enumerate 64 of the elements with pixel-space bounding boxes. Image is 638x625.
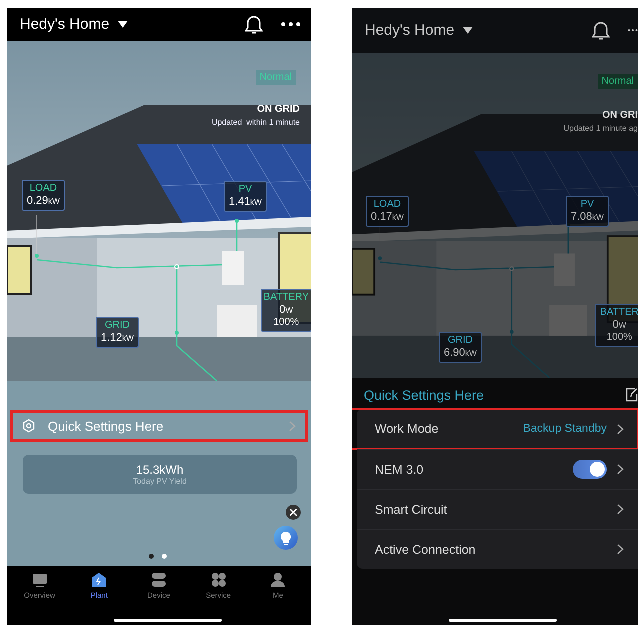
close-button[interactable] bbox=[286, 505, 301, 520]
energy-node-card[interactable]: GRID 1.12kW bbox=[96, 317, 139, 348]
toggle-switch[interactable] bbox=[573, 460, 607, 479]
status-tag: Normal bbox=[598, 74, 638, 89]
settings-row[interactable]: Active Connection bbox=[357, 529, 638, 569]
grid-state: ON GRID bbox=[257, 104, 300, 115]
chevron-icon bbox=[617, 424, 624, 434]
chevron-icon bbox=[617, 464, 624, 475]
person-icon bbox=[270, 572, 286, 588]
settings-row[interactable]: Work Mode Backup Standby bbox=[352, 409, 638, 449]
node-value: 0W bbox=[278, 304, 294, 317]
settings-row[interactable]: NEM 3.0 bbox=[357, 449, 638, 489]
node-value: 0W bbox=[612, 319, 628, 332]
page-dot[interactable] bbox=[162, 554, 167, 559]
update-time: Updated within 1 minute bbox=[212, 118, 300, 127]
node-label: LOAD bbox=[372, 199, 402, 211]
status-tag: Normal bbox=[256, 70, 296, 85]
node-value: 1.12kW bbox=[101, 332, 134, 345]
four-circles-icon bbox=[210, 572, 227, 588]
home-title[interactable]: Hedy's Home bbox=[20, 16, 110, 33]
node-label: PV bbox=[580, 199, 596, 211]
update-time: Updated 1 minute ag bbox=[564, 124, 638, 133]
node-label: LOAD bbox=[28, 183, 58, 195]
energy-node-card[interactable]: BATTERY 0W 100% bbox=[260, 289, 311, 332]
node-label: GRID bbox=[446, 335, 474, 347]
settings-row[interactable]: Smart Circuit bbox=[357, 489, 638, 529]
energy-node-card[interactable]: PV 7.08kW bbox=[566, 196, 609, 227]
bell-icon[interactable] bbox=[592, 20, 610, 40]
more-icon[interactable] bbox=[281, 22, 301, 27]
edit-icon[interactable] bbox=[626, 388, 638, 402]
node-value: 6.90kW bbox=[444, 347, 477, 360]
more-icon[interactable] bbox=[628, 28, 638, 33]
energy-node-card[interactable]: LOAD 0.17kW bbox=[366, 196, 409, 227]
node-value: 0.29kW bbox=[27, 195, 60, 208]
close-icon bbox=[290, 509, 297, 516]
node-label: GRID bbox=[104, 320, 131, 332]
page-dot[interactable] bbox=[149, 554, 154, 559]
chevron-icon bbox=[617, 504, 624, 515]
battery-level: 100% bbox=[606, 332, 634, 344]
node-label: BATTERY bbox=[264, 292, 309, 304]
switches-icon bbox=[150, 572, 167, 588]
monitor-icon bbox=[32, 572, 48, 588]
row-value: Backup Standby bbox=[523, 423, 607, 435]
yield-value: 15.3kWh bbox=[136, 463, 184, 477]
node-value: 7.08kW bbox=[571, 211, 604, 224]
grid-state: ON GRI bbox=[602, 110, 638, 121]
node-label: PV bbox=[238, 184, 254, 196]
settings-icon bbox=[22, 419, 36, 433]
caret-icon[interactable] bbox=[118, 21, 128, 28]
node-value: 1.41kW bbox=[229, 196, 262, 209]
home-title[interactable]: Hedy's Home bbox=[365, 22, 455, 39]
lightbulb-icon bbox=[281, 532, 291, 544]
yield-label: Today PV Yield bbox=[133, 477, 187, 486]
energy-node-card[interactable]: GRID 6.90kW bbox=[439, 332, 482, 363]
energy-node-card[interactable]: LOAD 0.29kW bbox=[22, 180, 65, 211]
settings-title: Quick Settings Here bbox=[364, 388, 486, 402]
lightbulb-button[interactable] bbox=[274, 526, 298, 550]
caret-icon[interactable] bbox=[462, 27, 473, 34]
energy-node-card[interactable]: PV 1.41kW bbox=[224, 181, 267, 212]
node-value: 0.17kW bbox=[371, 211, 404, 224]
chevron-icon bbox=[289, 420, 296, 432]
battery-level: 100% bbox=[272, 317, 300, 329]
house-icon bbox=[91, 572, 108, 588]
chevron-icon bbox=[617, 544, 624, 555]
